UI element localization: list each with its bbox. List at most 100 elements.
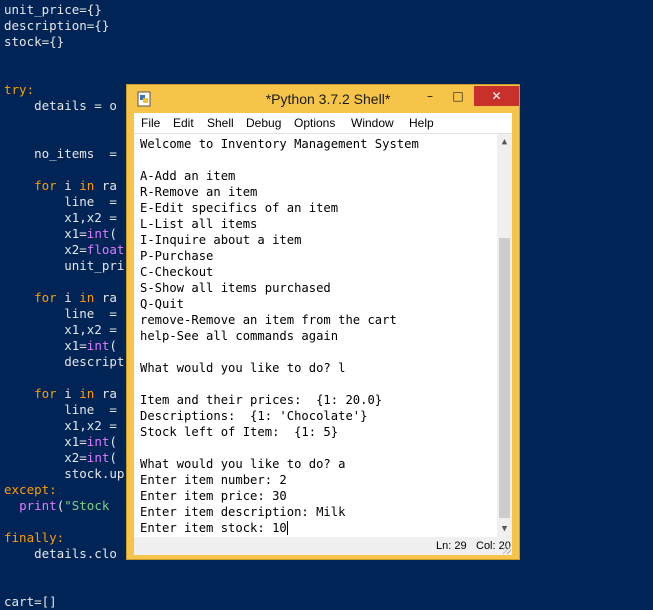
- code-token: (: [109, 338, 117, 353]
- code-token: int: [86, 338, 110, 353]
- shell-output-line: E-Edit specifics of an item: [140, 201, 339, 215]
- editor-code-line: x1=int(: [4, 434, 117, 450]
- menu-help[interactable]: Help: [409, 116, 434, 130]
- menu-bar: File Edit Shell Debug Options Window Hel…: [134, 113, 512, 134]
- shell-output-line: What would you like to do? l: [140, 361, 346, 375]
- editor-code-line: details.clo: [4, 546, 117, 562]
- menu-file[interactable]: File: [141, 116, 160, 130]
- editor-code-line: unit_pri: [4, 258, 124, 274]
- shell-output-line: Enter item number: 2: [140, 473, 287, 487]
- status-bar: Ln: 29 Col: 20: [134, 537, 512, 555]
- shell-output-line: Q-Quit: [140, 297, 185, 311]
- editor-code-line: x1,x2 =: [4, 322, 117, 338]
- editor-code-line: no_items =: [4, 146, 117, 162]
- scroll-up-arrow-icon[interactable]: ▲: [497, 134, 512, 150]
- code-token: unit_price={}: [4, 2, 102, 17]
- resize-grip-icon[interactable]: [503, 546, 511, 554]
- shell-output-line: S-Show all items purchased: [140, 281, 331, 295]
- editor-code-line: try:: [4, 82, 34, 98]
- code-token: stock.up: [4, 466, 125, 481]
- vertical-scrollbar[interactable]: ▲ ▼: [497, 134, 512, 537]
- editor-code-line: descript: [4, 354, 124, 370]
- editor-code-line: line =: [4, 194, 117, 210]
- code-token: x1,x2 =: [4, 322, 117, 337]
- code-token: cart=[]: [4, 594, 57, 609]
- editor-code-line: x2=float: [4, 242, 124, 258]
- code-token: line =: [4, 402, 117, 417]
- editor-code-line: stock={}: [4, 34, 64, 50]
- code-token: for: [34, 386, 57, 401]
- shell-output-line: Enter item description: Milk: [140, 505, 346, 519]
- editor-code-line: x1,x2 =: [4, 418, 117, 434]
- menu-options[interactable]: Options: [294, 116, 335, 130]
- code-token: (: [109, 226, 117, 241]
- maximize-button[interactable]: □: [445, 86, 471, 106]
- shell-output-line: A-Add an item: [140, 169, 236, 183]
- shell-output-line: help-See all commands again: [140, 329, 339, 343]
- editor-code-line: except:: [4, 482, 57, 498]
- code-token: (: [109, 450, 117, 465]
- editor-code-line: x1=int(: [4, 226, 117, 242]
- code-token: x1=: [4, 434, 87, 449]
- code-token: x1=: [4, 226, 87, 241]
- code-token: i: [56, 178, 80, 193]
- code-token: no_items =: [4, 146, 117, 161]
- editor-code-line: finally:: [4, 530, 64, 546]
- shell-output-line: L-List all items: [140, 217, 258, 231]
- code-token: stock={}: [4, 34, 65, 49]
- scroll-thumb[interactable]: [499, 238, 510, 518]
- menu-debug[interactable]: Debug: [246, 116, 281, 130]
- code-token: try:: [4, 82, 35, 97]
- scroll-down-arrow-icon[interactable]: ▼: [497, 521, 512, 537]
- editor-code-line: x1,x2 =: [4, 210, 117, 226]
- close-button[interactable]: ✕: [474, 86, 519, 106]
- code-token: details = o: [4, 98, 117, 113]
- editor-code-line: stock.up: [4, 466, 124, 482]
- shell-output-line: Descriptions: {1: 'Chocolate'}: [140, 409, 368, 423]
- shell-output-line: I-Inquire about a item: [140, 233, 302, 247]
- shell-output-area[interactable]: Welcome to Inventory Management System A-…: [134, 134, 497, 537]
- menu-window[interactable]: Window: [351, 116, 394, 130]
- editor-code-line: description={}: [4, 18, 109, 34]
- editor-code-line: for i in ra: [4, 386, 117, 402]
- code-token: int: [86, 434, 110, 449]
- shell-output-line: C-Checkout: [140, 265, 214, 279]
- code-token: "Stock: [64, 498, 117, 513]
- code-token: except:: [4, 482, 57, 497]
- text-caret: [287, 521, 288, 535]
- code-token: in: [79, 178, 95, 193]
- code-token: int: [86, 450, 110, 465]
- shell-output-line: What would you like to do? a: [140, 457, 346, 471]
- code-token: i: [56, 290, 80, 305]
- shell-output-line: R-Remove an item: [140, 185, 258, 199]
- code-token: for: [34, 290, 57, 305]
- code-token: x1,x2 =: [4, 418, 117, 433]
- minimize-button[interactable]: –: [417, 86, 443, 106]
- editor-code-line: x1=int(: [4, 338, 117, 354]
- editor-code-line: line =: [4, 402, 117, 418]
- shell-output-line: Enter item stock: 10: [140, 521, 287, 535]
- menu-edit[interactable]: Edit: [173, 116, 194, 130]
- editor-code-line: for i in ra: [4, 178, 117, 194]
- shell-output-line: Welcome to Inventory Management System: [140, 137, 419, 151]
- code-token: ra: [94, 178, 117, 193]
- menu-shell[interactable]: Shell: [207, 116, 234, 130]
- editor-code-line: details = o: [4, 98, 117, 114]
- python-shell-window[interactable]: *Python 3.7.2 Shell* – □ ✕ File Edit She…: [126, 84, 520, 560]
- code-token: details.clo: [4, 546, 117, 561]
- shell-output-line: Enter item price: 30: [140, 489, 287, 503]
- code-token: x2=: [4, 242, 87, 257]
- editor-code-line: line =: [4, 306, 117, 322]
- editor-code-line: print("Stock: [4, 498, 117, 514]
- line-number-status: Ln: 29: [436, 540, 467, 552]
- title-bar[interactable]: *Python 3.7.2 Shell* – □ ✕: [127, 85, 519, 113]
- code-token: float: [86, 242, 125, 257]
- code-token: line =: [4, 306, 117, 321]
- shell-output-line: Item and their prices: {1: 20.0}: [140, 393, 383, 407]
- code-token: ra: [94, 290, 117, 305]
- editor-code-line: for i in ra: [4, 290, 117, 306]
